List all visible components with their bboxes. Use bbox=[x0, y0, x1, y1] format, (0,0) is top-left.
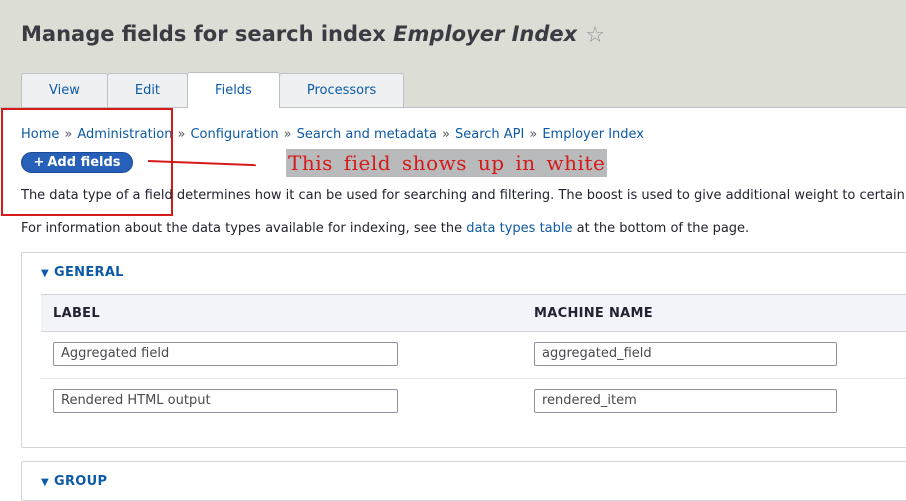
page-title-prefix: Manage fields for search index bbox=[21, 22, 394, 46]
tab-edit[interactable]: Edit bbox=[106, 73, 189, 107]
page-title: Manage fields for search index Employer … bbox=[21, 22, 605, 48]
triangle-down-icon: ▼ bbox=[41, 268, 49, 279]
data-types-table-link[interactable]: data types table bbox=[466, 221, 572, 236]
breadcrumb-separator: » bbox=[529, 127, 538, 142]
table-row: Rendered HTML output rendered_item bbox=[41, 379, 906, 425]
triangle-down-icon: ▼ bbox=[41, 477, 49, 488]
breadcrumb-configuration[interactable]: Configuration bbox=[190, 127, 278, 142]
breadcrumb-separator: » bbox=[177, 127, 186, 142]
field-type-description: The data type of a field determines how … bbox=[21, 188, 905, 203]
tab-fields[interactable]: Fields bbox=[187, 72, 280, 108]
fieldset-general-legend: GENERAL bbox=[54, 265, 124, 280]
field-machine-name-input[interactable]: aggregated_field bbox=[534, 342, 837, 366]
page-header: Manage fields for search index Employer … bbox=[0, 0, 906, 108]
fields-table: LABEL MACHINE NAME Aggregated field aggr… bbox=[41, 294, 906, 425]
breadcrumb-separator: » bbox=[442, 127, 450, 142]
field-label-input[interactable]: Aggregated field bbox=[53, 342, 398, 366]
data-types-help-prefix: For information about the data types ava… bbox=[21, 221, 467, 236]
star-icon[interactable]: ☆ bbox=[585, 23, 605, 48]
fieldset-general: ▼ GENERAL LABEL MACHINE NAME Aggregated f… bbox=[21, 252, 906, 448]
column-header-label: LABEL bbox=[53, 306, 100, 321]
fieldset-group: ▼ GROUP bbox=[21, 461, 906, 501]
annotation-note: This field shows up in white bbox=[286, 149, 608, 177]
data-types-help-text: For information about the data types ava… bbox=[21, 221, 749, 236]
breadcrumb-search-and-metadata[interactable]: Search and metadata bbox=[297, 127, 437, 142]
data-types-help-suffix: at the bottom of the page. bbox=[572, 221, 750, 236]
table-row: Aggregated field aggregated_field bbox=[41, 332, 906, 379]
tab-view[interactable]: View bbox=[21, 73, 108, 107]
tab-processors[interactable]: Processors bbox=[278, 73, 405, 107]
fields-table-header: LABEL MACHINE NAME bbox=[41, 294, 906, 332]
breadcrumb-search-api[interactable]: Search API bbox=[455, 127, 524, 142]
primary-tabs: View Edit Fields Processors bbox=[21, 72, 405, 108]
field-label-input[interactable]: Rendered HTML output bbox=[53, 389, 398, 413]
breadcrumb-separator: » bbox=[283, 127, 292, 142]
field-machine-name-input[interactable]: rendered_item bbox=[534, 389, 837, 413]
page-title-index-name: Employer Index bbox=[393, 22, 578, 46]
fieldset-general-toggle[interactable]: ▼ GENERAL bbox=[41, 265, 124, 280]
breadcrumb-employer-index[interactable]: Employer Index bbox=[542, 127, 644, 142]
column-header-machine-name: MACHINE NAME bbox=[534, 306, 653, 321]
